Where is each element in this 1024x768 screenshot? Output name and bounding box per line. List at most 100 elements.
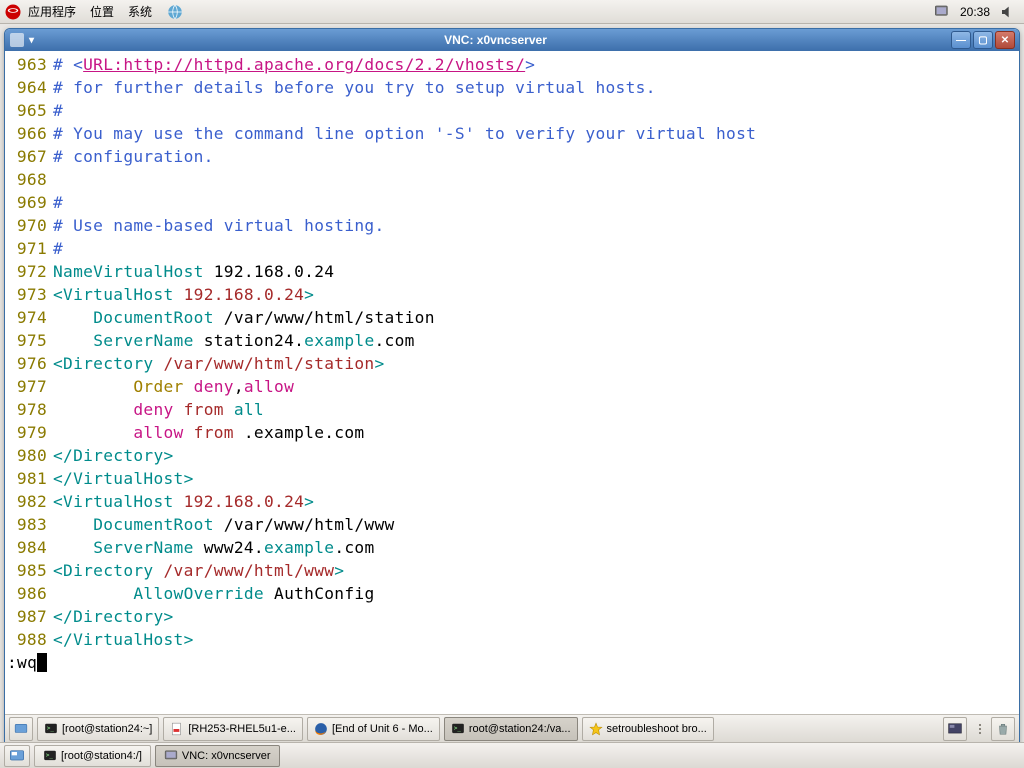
speaker-icon[interactable] <box>1000 4 1016 20</box>
line-content: Order deny,allow <box>53 375 1019 398</box>
taskbar-item[interactable]: >_[root@station4:/] <box>34 745 151 767</box>
window-menu-icon[interactable] <box>9 32 25 48</box>
line-number: 974 <box>5 306 53 329</box>
taskbar-item[interactable]: [End of Unit 6 - Mo... <box>307 717 440 741</box>
vnc-window-title: VNC: x0vncserver <box>40 33 951 47</box>
editor-line: 971# <box>5 237 1019 260</box>
taskbar-item-label: setroubleshoot bro... <box>607 723 707 735</box>
menu-system[interactable]: 系统 <box>128 3 152 20</box>
line-number: 976 <box>5 352 53 375</box>
volume-icon[interactable] <box>934 4 950 20</box>
editor-line: 978 deny from all <box>5 398 1019 421</box>
trash-icon[interactable] <box>991 717 1015 741</box>
editor-line: 982<VirtualHost 192.168.0.24> <box>5 490 1019 513</box>
panel-clock[interactable]: 20:38 <box>960 5 990 19</box>
vnc-client-area: 963# <URL:http://httpd.apache.org/docs/2… <box>5 51 1019 743</box>
editor-line: 970# Use name-based virtual hosting. <box>5 214 1019 237</box>
editor-line: 965# <box>5 99 1019 122</box>
taskbar-item[interactable]: >_ root@station24:/va... <box>444 717 578 741</box>
show-desktop-outer-button[interactable] <box>4 745 30 767</box>
star-icon <box>589 722 603 736</box>
firefox-icon <box>314 722 328 736</box>
close-button[interactable]: ✕ <box>995 31 1015 49</box>
taskbar-item-label: [End of Unit 6 - Mo... <box>332 723 433 735</box>
terminal-icon: >_ <box>44 722 58 736</box>
menu-places[interactable]: 位置 <box>90 3 114 20</box>
editor-line: 988</VirtualHost> <box>5 628 1019 651</box>
menu-applications[interactable]: 应用程序 <box>28 3 76 20</box>
editor-line: 984 ServerName www24.example.com <box>5 536 1019 559</box>
editor-line: 966# You may use the command line option… <box>5 122 1019 145</box>
taskbar-item-label: root@station24:/va... <box>469 723 571 735</box>
line-number: 972 <box>5 260 53 283</box>
editor-line: 976<Directory /var/www/html/station> <box>5 352 1019 375</box>
line-content: deny from all <box>53 398 1019 421</box>
line-content: AllowOverride AuthConfig <box>53 582 1019 605</box>
line-content: allow from .example.com <box>53 421 1019 444</box>
vnc-icon <box>164 749 178 763</box>
vim-command-line[interactable]: :wq <box>5 651 1019 674</box>
outer-top-panel: 应用程序 位置 系统 20:38 <box>0 0 1024 24</box>
editor-line: 983 DocumentRoot /var/www/html/www <box>5 513 1019 536</box>
browser-launcher-icon[interactable] <box>166 3 184 21</box>
line-number: 983 <box>5 513 53 536</box>
editor-line: 967# configuration. <box>5 145 1019 168</box>
svg-text:>_: >_ <box>46 753 54 759</box>
editor-line: 963# <URL:http://httpd.apache.org/docs/2… <box>5 53 1019 76</box>
inner-task-list: >_[root@station24:~] [RH253-RHEL5u1-e... [… <box>37 717 714 741</box>
vim-command-text: :wq <box>7 651 37 674</box>
line-number: 969 <box>5 191 53 214</box>
line-number: 968 <box>5 168 53 191</box>
taskbar-item-label: [RH253-RHEL5u1-e... <box>188 723 296 735</box>
line-content: # You may use the command line option '-… <box>53 122 1019 145</box>
minimize-button[interactable]: — <box>951 31 971 49</box>
window-menu-caret-icon[interactable]: ▾ <box>29 35 34 46</box>
line-content: <Directory /var/www/html/station> <box>53 352 1019 375</box>
editor-line: 972NameVirtualHost 192.168.0.24 <box>5 260 1019 283</box>
line-content: </Directory> <box>53 605 1019 628</box>
vnc-titlebar[interactable]: ▾ VNC: x0vncserver — ▢ ✕ <box>5 29 1019 51</box>
line-content: </VirtualHost> <box>53 628 1019 651</box>
line-content: ServerName www24.example.com <box>53 536 1019 559</box>
outer-bottom-panel: >_[root@station4:/] VNC: x0vncserver <box>0 742 1024 768</box>
editor-line: 980</Directory> <box>5 444 1019 467</box>
taskbar-item-label: VNC: x0vncserver <box>182 750 271 762</box>
taskbar-item[interactable]: [RH253-RHEL5u1-e... <box>163 717 303 741</box>
line-number: 973 <box>5 283 53 306</box>
line-content: <VirtualHost 192.168.0.24> <box>53 283 1019 306</box>
line-content: DocumentRoot /var/www/html/www <box>53 513 1019 536</box>
outer-task-list: >_[root@station4:/] VNC: x0vncserver <box>34 745 280 767</box>
line-content: # <URL:http://httpd.apache.org/docs/2.2/… <box>53 53 1019 76</box>
line-number: 984 <box>5 536 53 559</box>
line-number: 981 <box>5 467 53 490</box>
taskbar-item[interactable]: VNC: x0vncserver <box>155 745 280 767</box>
line-content: </Directory> <box>53 444 1019 467</box>
line-content: # Use name-based virtual hosting. <box>53 214 1019 237</box>
window-buttons: — ▢ ✕ <box>951 31 1015 49</box>
line-number: 986 <box>5 582 53 605</box>
line-number: 985 <box>5 559 53 582</box>
editor-line: 979 allow from .example.com <box>5 421 1019 444</box>
taskbar-item[interactable]: >_[root@station24:~] <box>37 717 159 741</box>
taskbar-item[interactable]: setroubleshoot bro... <box>582 717 714 741</box>
vim-editor[interactable]: 963# <URL:http://httpd.apache.org/docs/2… <box>5 51 1019 714</box>
panel-grip-icon[interactable] <box>973 724 987 734</box>
editor-line: 969# <box>5 191 1019 214</box>
show-desktop-inner-button[interactable] <box>9 717 33 741</box>
line-content: # <box>53 237 1019 260</box>
line-content: ServerName station24.example.com <box>53 329 1019 352</box>
maximize-button[interactable]: ▢ <box>973 31 993 49</box>
line-content: <VirtualHost 192.168.0.24> <box>53 490 1019 513</box>
line-number: 971 <box>5 237 53 260</box>
inner-taskbar: >_[root@station24:~] [RH253-RHEL5u1-e... [… <box>5 714 1019 743</box>
line-number: 980 <box>5 444 53 467</box>
workspace-switcher-icon[interactable] <box>943 717 967 741</box>
editor-line: 985<Directory /var/www/html/www> <box>5 559 1019 582</box>
editor-line: 964# for further details before you try … <box>5 76 1019 99</box>
terminal-icon: >_ <box>451 722 465 736</box>
vnc-window: ▾ VNC: x0vncserver — ▢ ✕ 963# <URL:http:… <box>4 28 1020 744</box>
editor-line: 977 Order deny,allow <box>5 375 1019 398</box>
line-number: 977 <box>5 375 53 398</box>
line-content: # <box>53 99 1019 122</box>
editor-line: 987</Directory> <box>5 605 1019 628</box>
